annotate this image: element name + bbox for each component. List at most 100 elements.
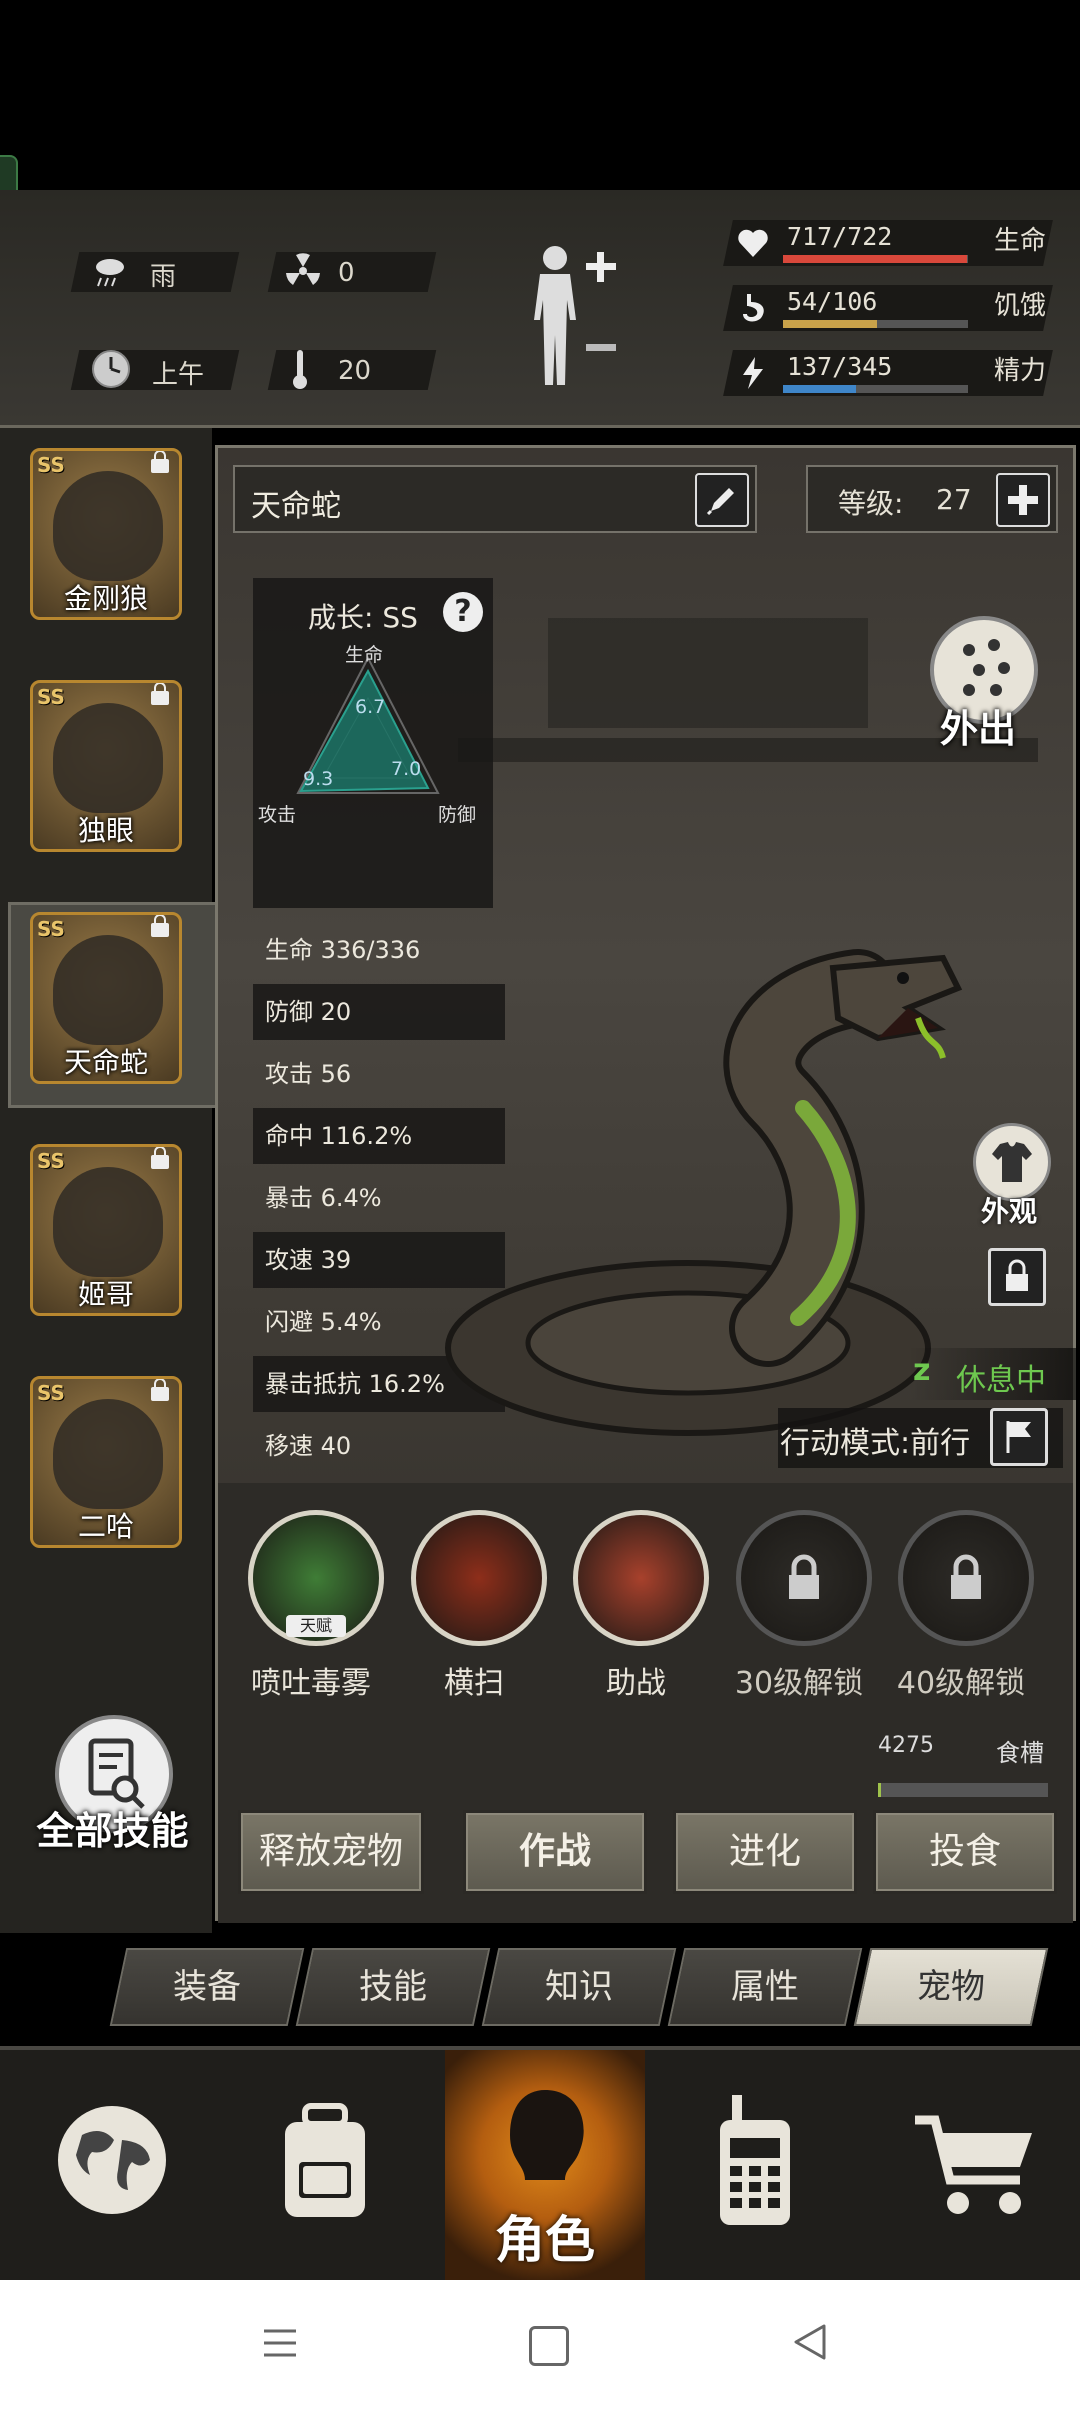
food-bar-fill: [878, 1783, 881, 1797]
pet-card[interactable]: SS 金刚狼: [30, 448, 182, 620]
pet-name-box[interactable]: 天命蛇: [233, 465, 757, 533]
pencil-icon: [706, 488, 734, 516]
player-stat-bar: [783, 320, 968, 328]
bottom-nav: 角色: [0, 2046, 1080, 2284]
appearance-label[interactable]: 外观: [963, 1190, 1055, 1230]
player-stat-bar-fill: [783, 385, 856, 393]
pet-card[interactable]: SS 独眼: [30, 680, 182, 852]
skill-slot[interactable]: 天赋: [248, 1510, 384, 1646]
go-out-label[interactable]: 外出: [918, 698, 1038, 753]
feed-button[interactable]: 投食: [873, 1810, 1057, 1894]
skill-slot[interactable]: [898, 1510, 1034, 1646]
radar-axis-life: 生命: [345, 644, 384, 666]
lock-icon: [151, 451, 169, 473]
body-status-icon[interactable]: [520, 240, 630, 390]
pet-card[interactable]: SS 二哈: [30, 1376, 182, 1548]
rank-badge: SS: [37, 1149, 65, 1173]
tab-pets[interactable]: 宠物: [853, 1948, 1049, 2026]
talent-badge: 天赋: [286, 1615, 346, 1637]
rank-badge: SS: [37, 453, 65, 477]
radar-value-life: 6.7: [355, 696, 386, 718]
tab-equipment[interactable]: 装备: [109, 1948, 305, 2026]
player-stat-label: 饥饿: [994, 291, 1047, 321]
all-skills-label[interactable]: 全部技能: [30, 1800, 195, 1855]
sleep-icon: z: [913, 1353, 931, 1388]
time-text: 上午: [152, 360, 205, 390]
nav-backpack[interactable]: [265, 2098, 385, 2223]
lock-icon: [151, 1379, 169, 1401]
padlock-icon: [951, 1554, 981, 1599]
pet-portrait: [53, 703, 163, 813]
help-icon[interactable]: ?: [443, 592, 483, 632]
pet-card-name: 二哈: [77, 1510, 134, 1543]
pet-card-name: 姬哥: [77, 1278, 134, 1311]
player-stat-bar: [783, 385, 968, 393]
edit-name-button[interactable]: [695, 473, 749, 527]
flag-icon: [1006, 1421, 1031, 1453]
player-stat-label: 精力: [994, 356, 1047, 386]
skill-slot[interactable]: [736, 1510, 872, 1646]
pet-list: SS 金刚狼 SS 独眼 SS 天命蛇 SS 姬哥 SS 二哈: [0, 428, 218, 1933]
pet-card[interactable]: SS 天命蛇: [30, 912, 182, 1084]
clock-icon: [90, 348, 132, 390]
pet-detail-panel: 天命蛇 等级: 27 成长: SS ? 生命 攻击 防御 6.7 9.3 7.0…: [215, 445, 1078, 1923]
growth-label: 成长: SS: [308, 601, 418, 634]
player-stat-bar-fill: [783, 320, 877, 328]
radar-value-attack: 9.3: [303, 768, 334, 790]
radiation-icon: [284, 252, 322, 290]
plus-icon: [1008, 485, 1038, 515]
lock-icon: [151, 1147, 169, 1169]
walkie-talkie-icon: [720, 2095, 790, 2225]
rank-badge: SS: [37, 1381, 65, 1405]
player-stat-value: 717/722: [787, 222, 893, 251]
battle-button[interactable]: 作战: [463, 1810, 647, 1894]
rank-badge: SS: [37, 917, 65, 941]
player-stat-value: 54/106: [787, 287, 878, 316]
player-stat-bar-fill: [783, 255, 967, 263]
rank-badge: SS: [37, 685, 65, 709]
player-stat-bar: [783, 255, 968, 263]
food-bar: [878, 1783, 1048, 1797]
pet-card[interactable]: SS 姬哥: [30, 1144, 182, 1316]
skill-label: 40级解锁: [896, 1666, 1026, 1701]
skill-slot[interactable]: [411, 1510, 547, 1646]
rain-cloud-icon: [92, 254, 128, 290]
radiation-value: 0: [338, 258, 355, 288]
cart-icon: [915, 2115, 1032, 2214]
nav-radio[interactable]: [710, 2090, 800, 2230]
backpack-icon: [285, 2103, 365, 2217]
growth-panel: 成长: SS ? 生命 攻击 防御 6.7 9.3 7.0: [253, 578, 493, 908]
nav-character[interactable]: [485, 2080, 605, 2220]
background-radio: [548, 618, 868, 728]
pet-portrait: [53, 1399, 163, 1509]
nav-shop[interactable]: [910, 2105, 1040, 2225]
pet-card-name: 金刚狼: [63, 582, 148, 615]
radar-value-defense: 7.0: [391, 758, 422, 780]
energy-icon: [735, 355, 771, 391]
rest-status: 休息中: [956, 1363, 1046, 1398]
pet-name: 天命蛇: [251, 489, 341, 524]
home-icon[interactable]: [529, 2326, 569, 2366]
skill-slot[interactable]: [573, 1510, 709, 1646]
globe-icon: [58, 2106, 166, 2214]
nav-character-label[interactable]: 角色: [445, 2200, 645, 2272]
lock-icon: [151, 915, 169, 937]
radar-axis-attack: 攻击: [258, 804, 297, 826]
nav-globe[interactable]: [52, 2100, 172, 2220]
level-box: 等级: 27: [806, 465, 1058, 533]
padlock-icon: [1006, 1259, 1028, 1291]
action-mode-button[interactable]: [990, 1408, 1048, 1466]
lock-pet-button[interactable]: [988, 1248, 1046, 1306]
pet-portrait: [53, 935, 163, 1045]
tab-knowledge[interactable]: 知识: [481, 1948, 677, 2026]
tab-attributes[interactable]: 属性: [667, 1948, 863, 2026]
release-pet-button[interactable]: 释放宠物: [238, 1810, 424, 1894]
evolve-button[interactable]: 进化: [673, 1810, 857, 1894]
menu-icon[interactable]: [262, 2325, 298, 2361]
pet-portrait: [53, 471, 163, 581]
back-icon[interactable]: [790, 2322, 830, 2362]
radar-axis-defense: 防御: [438, 804, 477, 826]
level-up-button[interactable]: [996, 473, 1050, 527]
stomach-icon: [735, 290, 771, 326]
tab-skills[interactable]: 技能: [295, 1948, 491, 2026]
